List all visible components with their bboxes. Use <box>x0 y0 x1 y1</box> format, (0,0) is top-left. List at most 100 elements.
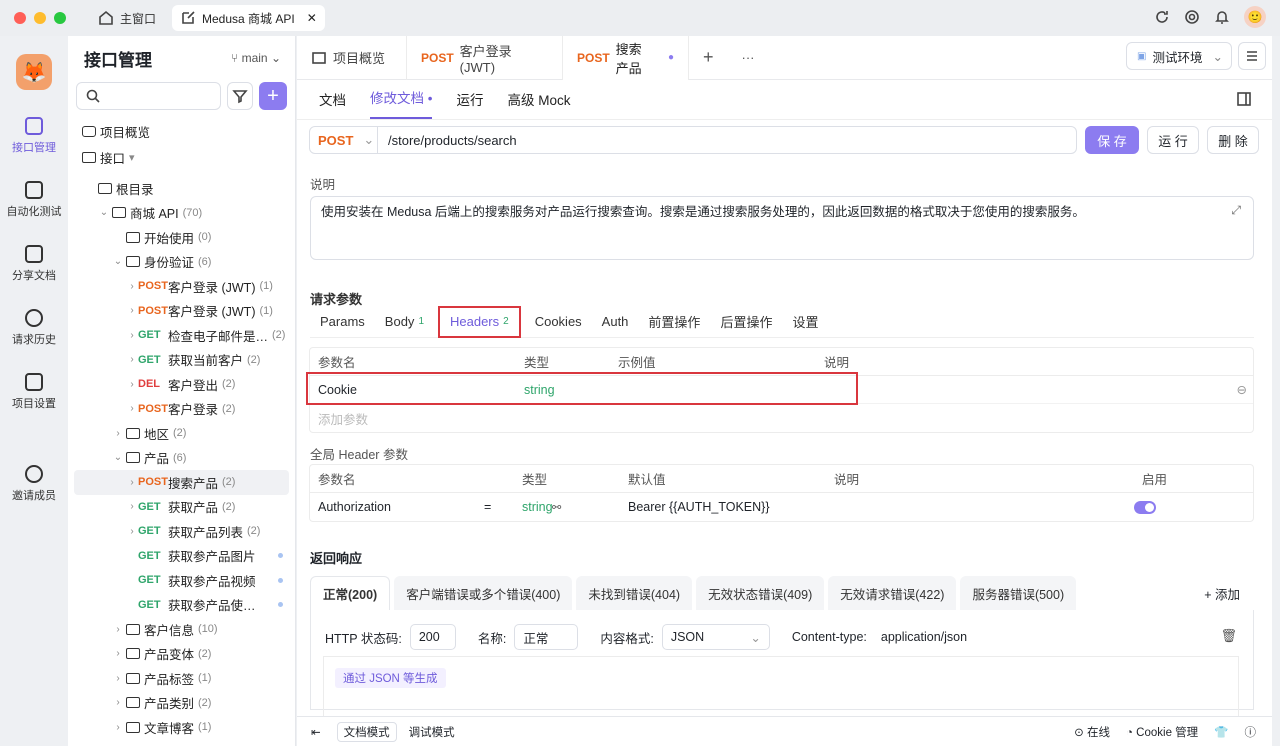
help-icon[interactable]: ⓘ <box>1245 724 1257 740</box>
response-tab[interactable]: 服务器错误(500) <box>960 576 1077 610</box>
tree-api-item[interactable]: GET 获取参产品视频 <box>68 568 295 593</box>
caret-icon[interactable]: › <box>112 722 124 733</box>
description-textarea[interactable]: 使用安装在 Medusa 后端上的搜索服务对产品运行搜索查询。搜索是通过搜索服务… <box>310 196 1254 260</box>
rail-history[interactable]: 请求历史 <box>0 296 68 360</box>
caret-icon[interactable]: › <box>126 330 138 341</box>
caret-icon[interactable]: ⌄ <box>98 207 110 218</box>
caret-icon[interactable]: › <box>126 501 138 512</box>
caret-icon[interactable]: › <box>126 281 138 292</box>
tab-customer-login[interactable]: POST 客户登录 (JWT) <box>407 35 563 80</box>
response-tab[interactable]: 未找到错误(404) <box>576 576 693 610</box>
param-tab[interactable]: Params <box>310 306 375 338</box>
tab-docs[interactable]: 文档 <box>319 89 346 119</box>
rail-invite[interactable]: 邀请成员 <box>0 452 68 516</box>
caret-icon[interactable]: › <box>112 648 124 659</box>
bell-icon[interactable] <box>1214 9 1230 25</box>
save-button[interactable]: 保 存 <box>1085 126 1139 154</box>
tree-folder-item[interactable]: › 产品变体 (2) <box>68 642 295 667</box>
more-tabs-button[interactable]: ··· <box>728 36 769 80</box>
shirt-icon[interactable]: 👕 <box>1214 725 1228 739</box>
tree-folder-item[interactable]: › 客户信息 (10) <box>68 617 295 642</box>
rail-project-settings[interactable]: 项目设置 <box>0 360 68 424</box>
param-tab[interactable]: Cookies <box>525 306 592 338</box>
tree-api-section[interactable]: 接口 ▾ <box>68 144 295 170</box>
status-input[interactable]: 200 <box>409 624 456 650</box>
tree-overview[interactable]: 项目概览 <box>68 118 295 144</box>
caret-icon[interactable]: ⌄ <box>112 256 124 267</box>
response-tab[interactable]: 无效状态错误(409) <box>696 576 825 610</box>
tree-api-item[interactable]: › GET 获取产品列表 (2) <box>68 519 295 544</box>
refresh-icon[interactable] <box>1154 9 1170 25</box>
caret-icon[interactable]: › <box>126 526 138 537</box>
enabled-toggle[interactable] <box>1134 500 1156 514</box>
tab-search-products[interactable]: POST 搜索产品 ● <box>563 35 689 80</box>
header-row-cookie[interactable]: Cookie string ⊖ <box>306 372 1253 405</box>
generate-from-json-button[interactable]: 通过 JSON 等生成 <box>335 668 446 688</box>
branch-selector[interactable]: ⑂ main ⌄ <box>231 51 281 65</box>
run-button[interactable]: 运 行 <box>1147 126 1199 154</box>
format-select[interactable]: JSON ⌄ <box>661 624 770 650</box>
new-tab-button[interactable]: + <box>689 36 728 80</box>
caret-icon[interactable]: › <box>112 673 124 684</box>
tree-folder-item[interactable]: › 文章博客 (1) <box>68 715 295 740</box>
tree-folder-item[interactable]: 根目录 <box>68 176 295 201</box>
tree-api-item[interactable]: › POST 客户登录 (2) <box>68 397 295 422</box>
tree-folder-item[interactable]: ⌄ 身份验证 (6) <box>68 250 295 275</box>
tree-folder-item[interactable]: › 产品类别 (2) <box>68 691 295 716</box>
user-avatar[interactable]: 🙂 <box>1244 6 1266 28</box>
caret-icon[interactable]: › <box>126 403 138 414</box>
response-tab[interactable]: 正常(200) <box>310 576 391 610</box>
caret-icon[interactable]: › <box>126 477 138 488</box>
caret-icon[interactable]: ⌄ <box>112 452 124 463</box>
param-tab[interactable]: 前置操作 <box>638 306 710 338</box>
home-window-tab[interactable]: 主窗口 <box>90 5 164 31</box>
param-tab[interactable]: Body 1 <box>375 306 434 338</box>
tree-search-input[interactable] <box>76 82 221 110</box>
tree-api-item[interactable]: › POST 客户登录 (JWT) (1) <box>68 274 295 299</box>
app-window-tab[interactable]: Medusa 商城 API ✕ <box>172 5 325 31</box>
tab-overview[interactable]: 项目概览 <box>297 35 407 80</box>
tree-folder-item[interactable]: 开始使用 (0) <box>68 225 295 250</box>
param-tab[interactable]: 后置操作 <box>710 306 782 338</box>
param-tab[interactable]: Headers 2 <box>438 305 521 338</box>
tree-api-item[interactable]: › POST 客户登录 (JWT) (1) <box>68 299 295 324</box>
tree-folder-item[interactable]: › 地区 (2) <box>68 421 295 446</box>
tree-folder-item[interactable]: › 产品标签 (1) <box>68 666 295 691</box>
tree-api-item[interactable]: › GET 检查电子邮件是… (2) <box>68 323 295 348</box>
response-tab[interactable]: 客户端错误或多个错误(400) <box>394 576 573 610</box>
tree-folder-item[interactable]: ⌄ 产品 (6) <box>68 446 295 471</box>
caret-icon[interactable]: › <box>126 354 138 365</box>
caret-icon[interactable]: › <box>112 624 124 635</box>
param-tab[interactable]: Auth <box>592 306 639 338</box>
tree-api-item[interactable]: GET 获取参产品图片 <box>68 544 295 569</box>
tab-advanced-mock[interactable]: 高级 Mock <box>507 89 570 119</box>
cookie-manager[interactable]: ◔ Cookie 管理 <box>1126 724 1198 740</box>
tree-api-item[interactable]: › POST 搜索产品 (2) <box>74 470 289 495</box>
layout-toggle-icon[interactable] <box>1236 91 1252 107</box>
caret-icon[interactable]: › <box>126 379 138 390</box>
url-input[interactable]: /store/products/search <box>378 133 517 148</box>
settings-gear-icon[interactable] <box>1184 9 1200 25</box>
link-icon[interactable]: ⚯ <box>552 501 620 514</box>
add-api-button[interactable]: + <box>259 82 287 110</box>
tab-run[interactable]: 运行 <box>456 89 483 119</box>
rail-api-management[interactable]: 接口管理 <box>0 104 68 168</box>
close-window-button[interactable] <box>14 12 26 24</box>
rail-auto-test[interactable]: 自动化测试 <box>0 168 68 232</box>
collapse-sidebar-icon[interactable]: ⇤ <box>311 725 321 739</box>
expand-icon[interactable]: ⤢ <box>1231 201 1241 219</box>
delete-button[interactable]: 删 除 <box>1207 126 1259 154</box>
caret-icon[interactable]: › <box>112 428 124 439</box>
tree-api-item[interactable]: › GET 获取当前客户 (2) <box>68 348 295 373</box>
rail-share-docs[interactable]: 分享文档 <box>0 232 68 296</box>
debug-mode-button[interactable]: 调试模式 <box>403 722 461 742</box>
environment-selector[interactable]: ▣ 测试环境 ⌄ <box>1126 42 1232 70</box>
remove-circle-icon[interactable]: ⊖ <box>1237 382 1247 397</box>
filter-button[interactable] <box>227 82 253 110</box>
tab-edit-docs[interactable]: 修改文档 • <box>370 87 433 119</box>
add-response-button[interactable]: + 添加 <box>1204 576 1254 610</box>
param-tab[interactable]: 设置 <box>782 306 828 338</box>
name-input[interactable]: 正常 <box>514 624 579 650</box>
caret-icon[interactable]: › <box>126 305 138 316</box>
minimize-window-button[interactable] <box>34 12 46 24</box>
